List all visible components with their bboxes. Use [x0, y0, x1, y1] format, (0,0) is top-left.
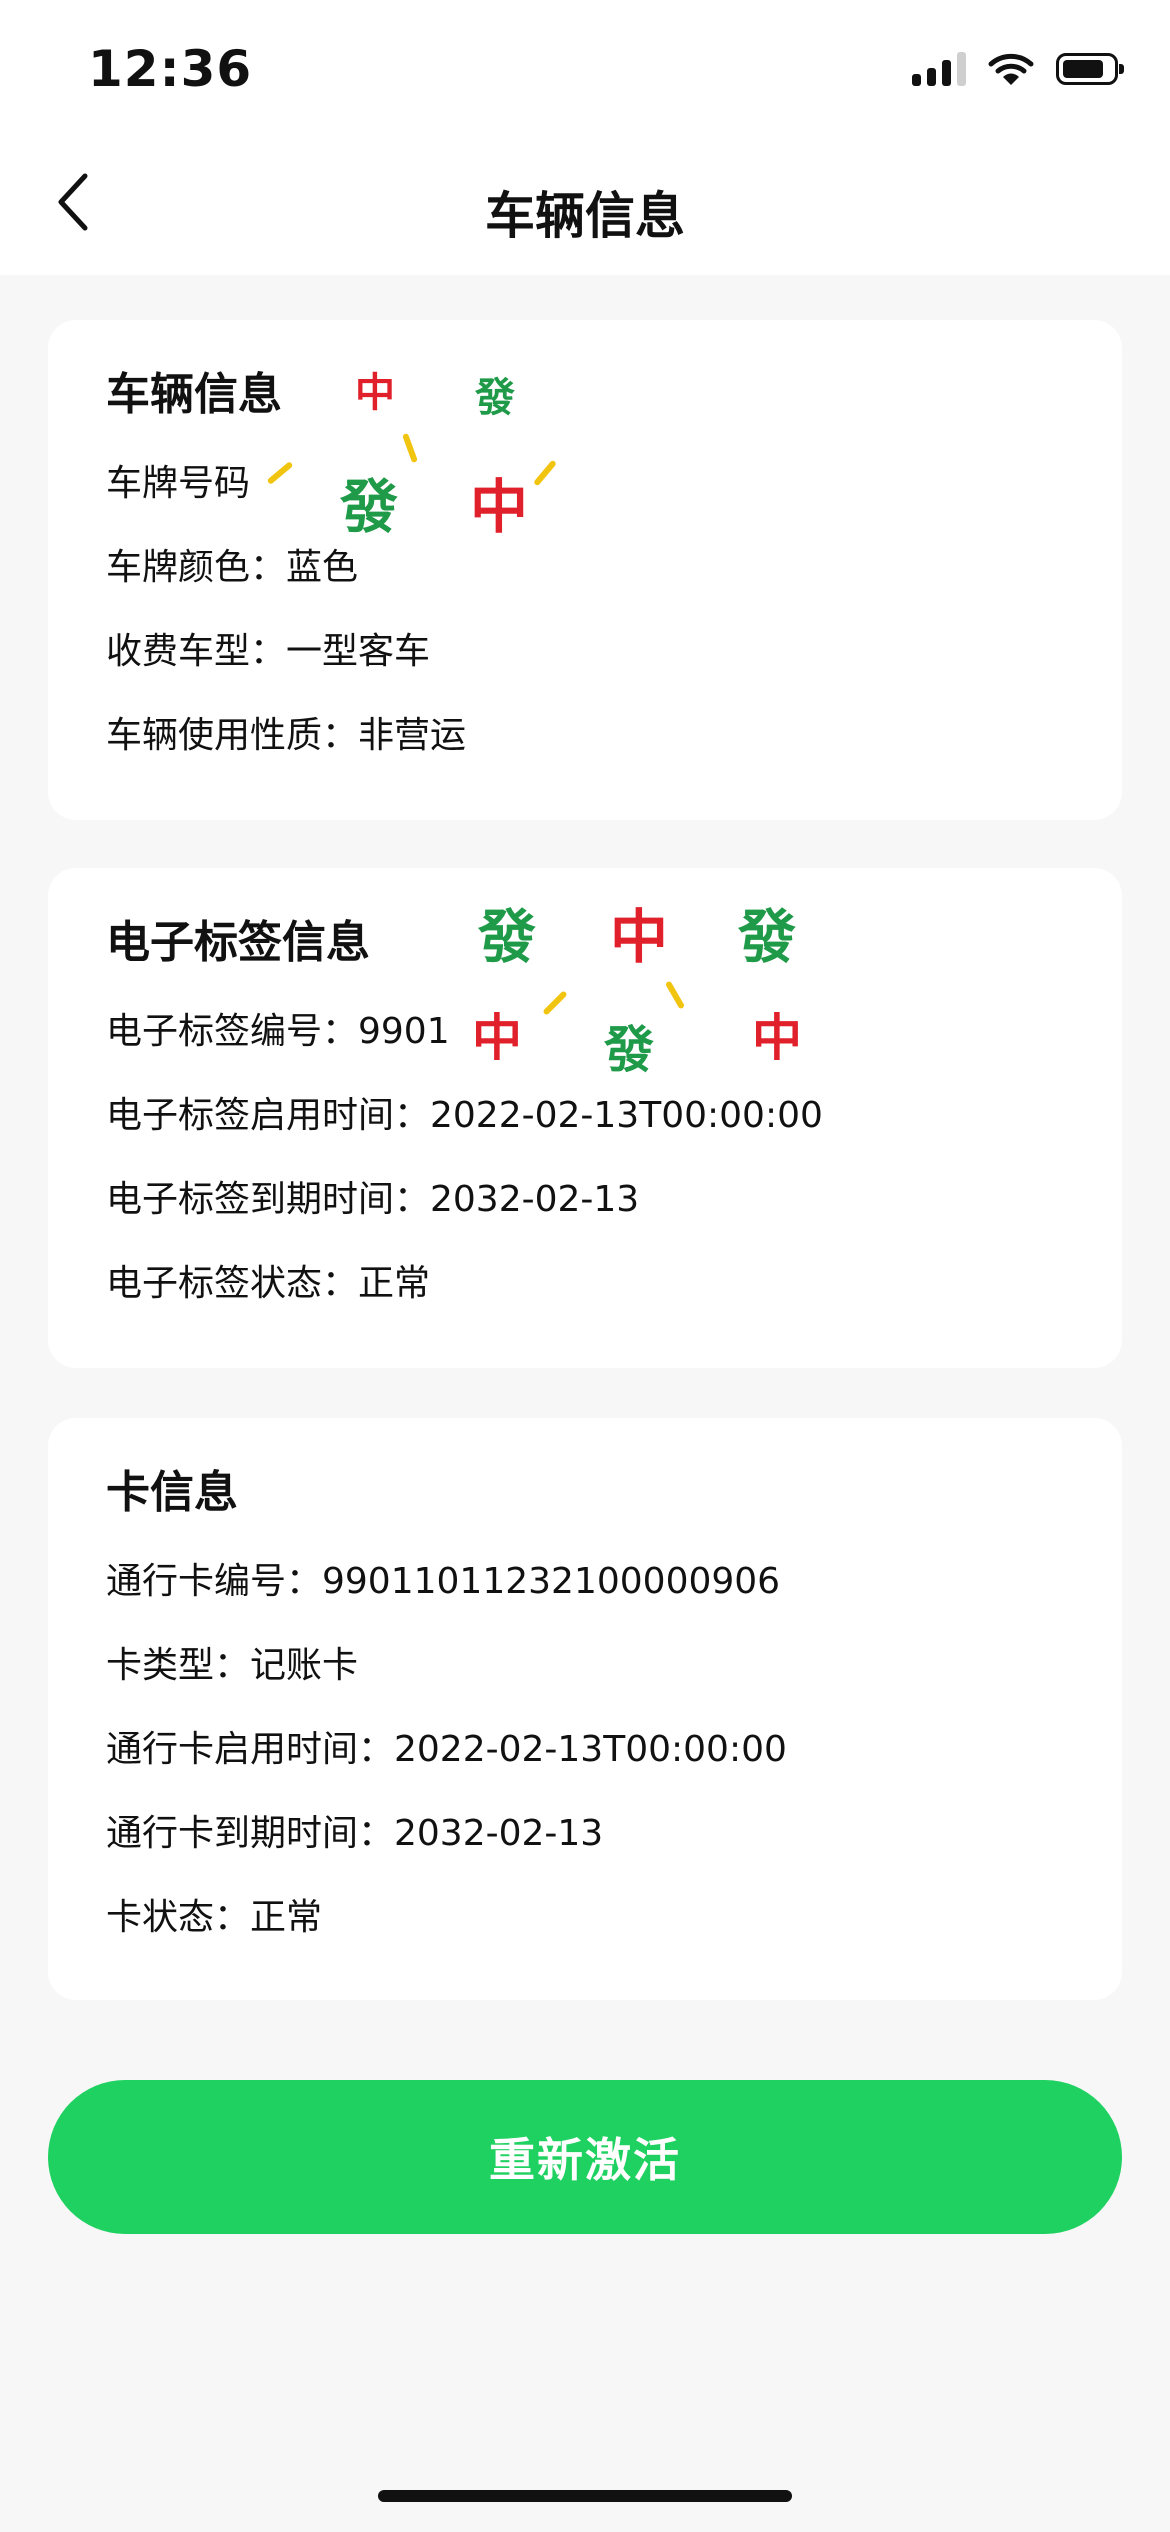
etag-expire-time: 电子标签到期时间：2032-02-13	[106, 1179, 640, 1220]
wifi-icon	[988, 53, 1034, 85]
pass-card-start-time: 通行卡启用时间：2022-02-13T00:00:00	[106, 1729, 787, 1770]
pass-card-status: 卡状态：正常	[106, 1897, 323, 1938]
nav-bar: 车辆信息	[0, 140, 1170, 275]
cellular-signal-icon	[912, 52, 966, 86]
pass-card-type: 卡类型：记账卡	[106, 1645, 359, 1686]
etag-number: 电子标签编号：9901	[106, 1011, 450, 1052]
status-bar: 12:36	[0, 0, 1170, 140]
page-title: 车辆信息	[485, 187, 685, 245]
plate-number: 车牌号码	[106, 463, 251, 504]
pass-card-number: 通行卡编号：99011011232100000906	[106, 1561, 781, 1602]
pass-card-info-card: 卡信息 通行卡编号：99011011232100000906 卡类型：记账卡 通…	[48, 1418, 1122, 2000]
home-indicator[interactable]	[378, 2490, 792, 2502]
etag-status: 电子标签状态：正常	[106, 1263, 431, 1304]
toll-vehicle-type: 收费车型：一型客车	[106, 631, 431, 672]
battery-icon	[1056, 53, 1124, 85]
vehicle-info-card: 车辆信息 车牌号码 车牌颜色：蓝色 收费车型：一型客车 车辆使用性质：非营运	[48, 320, 1122, 820]
vehicle-usage: 车辆使用性质：非营运	[106, 715, 467, 756]
pass-card-expire-time: 通行卡到期时间：2032-02-13	[106, 1813, 604, 1854]
etag-start-time: 电子标签启用时间：2022-02-13T00:00:00	[106, 1095, 823, 1136]
vehicle-card-title: 车辆信息	[106, 369, 282, 420]
etag-info-card: 电子标签信息 电子标签编号：9901 电子标签启用时间：2022-02-13T0…	[48, 868, 1122, 1368]
pass-card-title: 卡信息	[106, 1467, 238, 1518]
etag-card-title: 电子标签信息	[106, 917, 370, 968]
status-icons	[912, 52, 1124, 86]
status-time: 12:36	[88, 40, 253, 98]
reactivate-button[interactable]: 重新激活	[48, 2080, 1122, 2234]
plate-color: 车牌颜色：蓝色	[106, 547, 359, 588]
